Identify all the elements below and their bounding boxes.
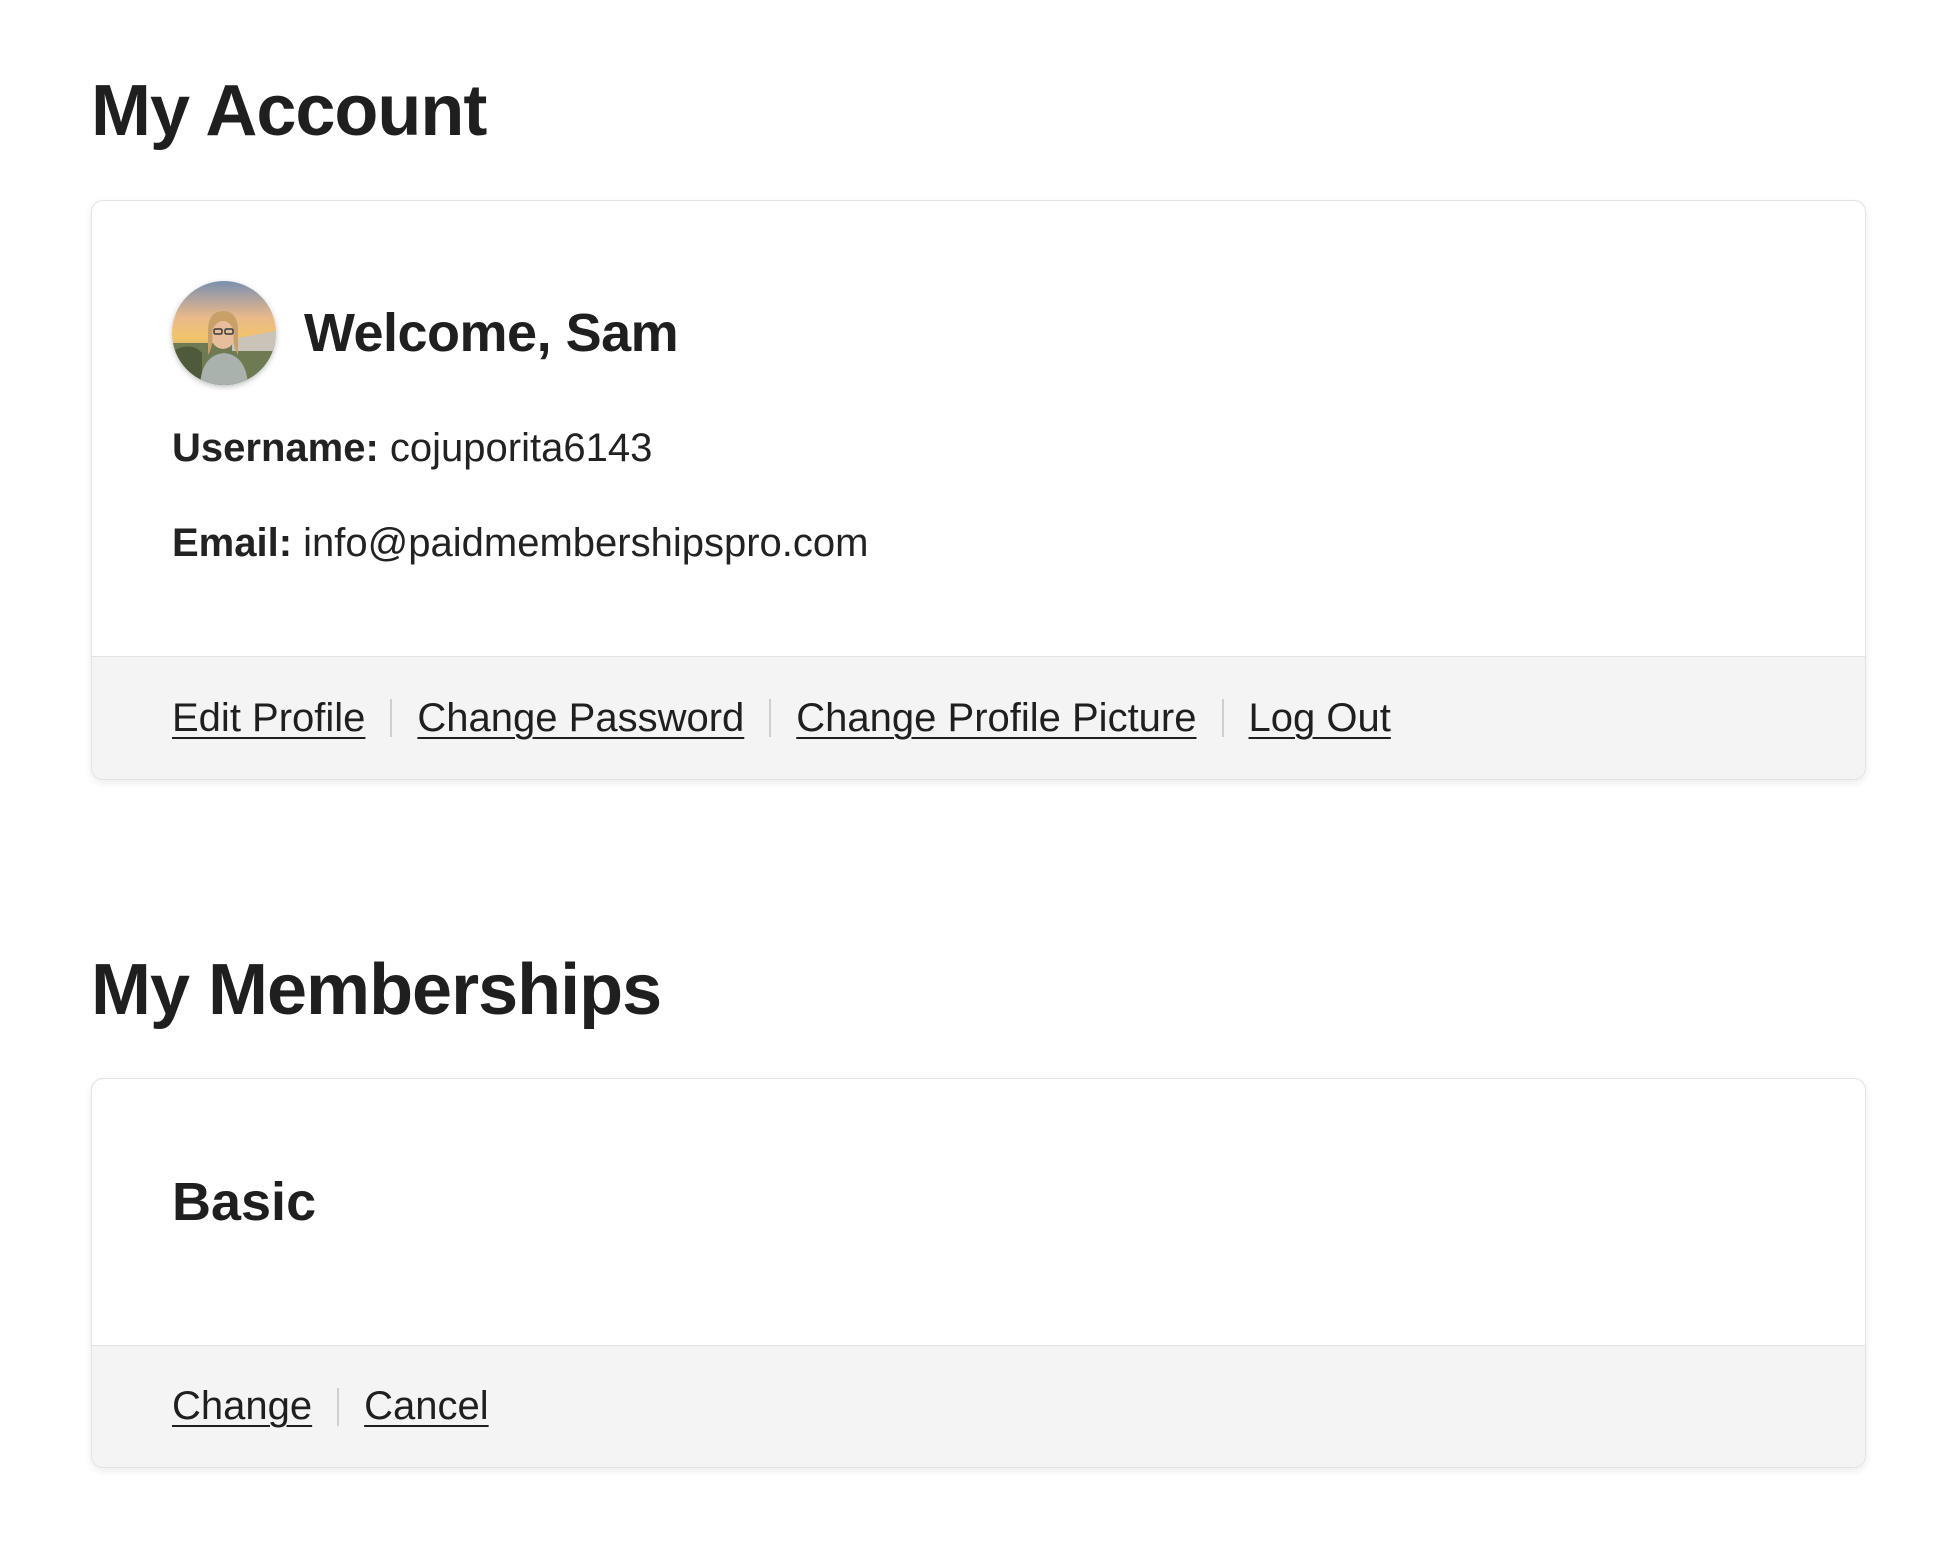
username-value: cojuporita6143 bbox=[389, 426, 653, 470]
membership-card-body: Basic bbox=[92, 1079, 1865, 1345]
email-label: Email: bbox=[172, 521, 293, 565]
change-profile-picture-link[interactable]: Change Profile Picture bbox=[796, 696, 1196, 741]
cancel-membership-link[interactable]: Cancel bbox=[364, 1384, 489, 1429]
membership-level-name: Basic bbox=[172, 1172, 317, 1232]
change-password-link[interactable]: Change Password bbox=[417, 696, 744, 741]
welcome-message: Welcome, Sam bbox=[304, 303, 679, 363]
welcome-row: Welcome, Sam bbox=[172, 281, 679, 385]
my-account-heading: My Account bbox=[91, 71, 487, 151]
membership-actions: Change Cancel bbox=[92, 1345, 1865, 1467]
username-label: Username: bbox=[172, 426, 379, 470]
email-row: Email: info@paidmembershipspro.com bbox=[172, 521, 868, 566]
log-out-link[interactable]: Log Out bbox=[1249, 696, 1391, 741]
change-membership-link[interactable]: Change bbox=[172, 1384, 312, 1429]
user-avatar-icon bbox=[172, 281, 276, 385]
membership-card: Basic Change Cancel bbox=[91, 1078, 1866, 1468]
edit-profile-link[interactable]: Edit Profile bbox=[172, 696, 365, 741]
link-separator bbox=[337, 1387, 340, 1426]
link-separator bbox=[390, 699, 393, 737]
username-row: Username: cojuporita6143 bbox=[172, 426, 652, 471]
account-actions: Edit Profile Change Password Change Prof… bbox=[92, 656, 1865, 779]
my-memberships-heading: My Memberships bbox=[91, 950, 662, 1030]
email-value: info@paidmembershipspro.com bbox=[303, 521, 869, 565]
link-separator bbox=[1221, 699, 1224, 737]
account-card-body: Welcome, Sam Username: cojuporita6143 Em… bbox=[92, 201, 1865, 656]
avatar bbox=[172, 281, 276, 385]
link-separator bbox=[769, 699, 772, 737]
account-card: Welcome, Sam Username: cojuporita6143 Em… bbox=[91, 200, 1866, 780]
